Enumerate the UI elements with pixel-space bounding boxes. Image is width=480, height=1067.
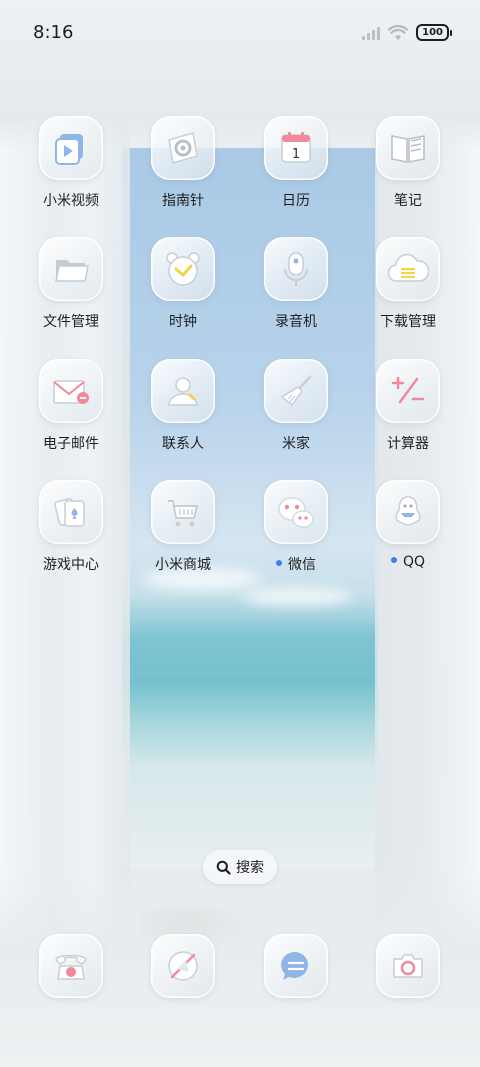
calendar-icon: 1 [264, 116, 328, 180]
app-xiaomi-video[interactable]: 小米视频 [21, 116, 121, 210]
search-icon [216, 860, 231, 875]
search-label: 搜索 [236, 860, 264, 876]
battery-level: 100 [416, 24, 449, 41]
cloud-download-icon [376, 237, 440, 301]
dock-messages[interactable] [246, 934, 346, 998]
app-qq[interactable]: QQ [358, 480, 458, 570]
compass-icon [151, 116, 215, 180]
mail-icon [39, 359, 103, 423]
app-recorder[interactable]: 录音机 [246, 237, 346, 331]
alarm-clock-icon [151, 237, 215, 301]
playing-cards-icon [39, 480, 103, 544]
battery-icon: 100 [416, 24, 452, 41]
app-label: 日历 [282, 193, 310, 209]
status-time: 8:16 [33, 22, 74, 43]
browser-compass-icon [151, 934, 215, 998]
dock-phone[interactable] [21, 934, 121, 998]
app-mijia[interactable]: 米家 [246, 359, 346, 453]
app-notes[interactable]: 笔记 [358, 116, 458, 210]
app-label: 联系人 [162, 436, 204, 452]
app-label: 笔记 [394, 193, 422, 209]
message-bubble-icon [264, 934, 328, 998]
app-clock[interactable]: 时钟 [133, 237, 233, 331]
app-label: 游戏中心 [43, 557, 99, 573]
status-bar: 8:16 100 [0, 0, 480, 68]
app-label: 指南针 [162, 193, 204, 209]
calendar-day-number: 1 [292, 147, 300, 162]
qq-penguin-icon [376, 480, 440, 544]
app-compass[interactable]: 指南针 [133, 116, 233, 210]
dock-camera[interactable] [358, 934, 458, 998]
app-mi-store[interactable]: 小米商城 [133, 480, 233, 574]
calculator-icon [376, 359, 440, 423]
app-calculator[interactable]: 计算器 [358, 359, 458, 453]
app-calendar[interactable]: 1 日历 [246, 116, 346, 210]
app-wechat[interactable]: 微信 [246, 480, 346, 574]
folder-icon [39, 237, 103, 301]
app-label: 米家 [282, 436, 310, 452]
shopping-cart-icon [151, 480, 215, 544]
app-label: 计算器 [387, 436, 429, 452]
dock-browser[interactable] [133, 934, 233, 998]
app-file-manager[interactable]: 文件管理 [21, 237, 121, 331]
app-label: 电子邮件 [43, 436, 99, 452]
phone-icon [39, 934, 103, 998]
app-download-manager[interactable]: 下载管理 [358, 237, 458, 331]
app-label: 小米视频 [43, 193, 99, 209]
camera-icon [376, 934, 440, 998]
signal-icon [362, 26, 381, 40]
app-contacts[interactable]: 联系人 [133, 359, 233, 453]
video-play-icon [39, 116, 103, 180]
app-label: 下载管理 [380, 314, 436, 330]
app-label: 小米商城 [155, 557, 211, 573]
wifi-icon [388, 24, 409, 40]
wechat-icon [264, 480, 328, 544]
app-game-center[interactable]: 游戏中心 [21, 480, 121, 574]
app-email[interactable]: 电子邮件 [21, 359, 121, 453]
contact-icon [151, 359, 215, 423]
new-badge-dot [276, 560, 282, 566]
new-badge-dot [390, 557, 397, 563]
broom-icon [264, 359, 328, 423]
app-label: 时钟 [169, 314, 197, 330]
microphone-icon [264, 237, 328, 301]
search-button[interactable]: 搜索 [203, 850, 277, 884]
notes-book-icon [376, 116, 440, 180]
app-label: 录音机 [275, 314, 317, 330]
app-label: QQ [402, 554, 426, 570]
app-label: 微信 [288, 557, 316, 573]
app-label: 文件管理 [43, 314, 99, 330]
